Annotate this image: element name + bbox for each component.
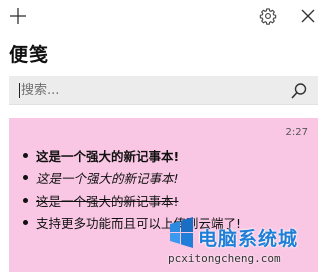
close-icon [301, 9, 315, 23]
note-line-italic: 这是一个强大的新记事本! [23, 167, 308, 190]
note-line-text: 这是一个强大的新记事本! [36, 193, 179, 209]
plus-icon [10, 8, 26, 24]
sticky-notes-window: 便笺 2:27 这是一个强大的新记事本! 这是一个强大的新记事本! 这是 [0, 0, 328, 272]
note-line-text: 这是一个强大的新记事本! [36, 148, 180, 164]
note-line-text: 这是一个强大的新记事本! [36, 171, 179, 187]
note-line-normal: 支持更多功能而且可以上传到云端了! [23, 212, 308, 235]
search-button[interactable] [288, 80, 310, 102]
gear-icon [259, 8, 277, 25]
note-line-bold: 这是一个强大的新记事本! [23, 144, 308, 167]
note-line-text: 支持更多功能而且可以上传到云端了! [36, 216, 242, 232]
note-content: 这是一个强大的新记事本! 这是一个强大的新记事本! 这是一个强大的新记事本! 支… [23, 144, 308, 234]
note-line-strikethrough: 这是一个强大的新记事本! [23, 189, 308, 212]
settings-button[interactable] [256, 4, 280, 28]
bullet-icon [23, 152, 28, 158]
page-title: 便笺 [9, 44, 50, 66]
text-caret [19, 83, 20, 98]
bullet-icon [23, 220, 28, 226]
add-note-button[interactable] [6, 4, 30, 28]
search-icon [291, 83, 307, 99]
search-box [9, 76, 318, 105]
bullet-icon [23, 175, 28, 181]
bullet-icon [23, 197, 28, 203]
note-timestamp: 2:27 [285, 127, 308, 138]
note-card[interactable]: 2:27 这是一个强大的新记事本! 这是一个强大的新记事本! 这是一个强大的新记… [9, 118, 318, 272]
close-button[interactable] [296, 4, 320, 28]
search-input[interactable] [9, 76, 279, 105]
